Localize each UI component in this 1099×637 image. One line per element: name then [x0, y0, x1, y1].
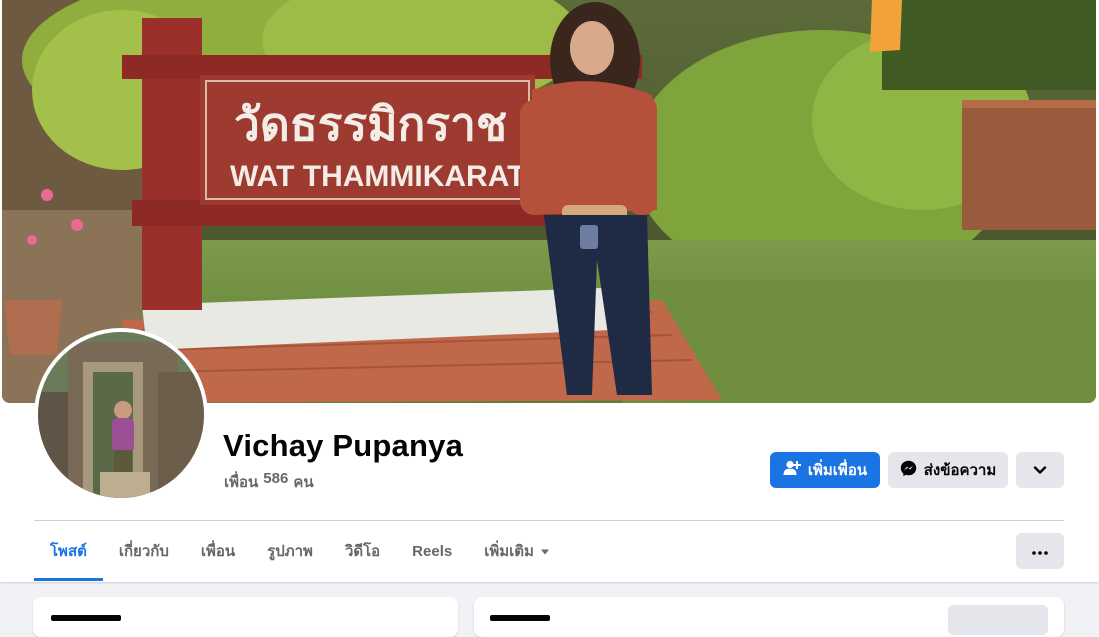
avatar[interactable] [34, 328, 208, 502]
message-button[interactable]: ส่งข้อความ [888, 452, 1008, 488]
tab-label: วิดีโอ [344, 543, 381, 560]
cover-sign-english: WAT THAMMIKARAT [230, 160, 526, 193]
ellipsis-icon [1032, 542, 1048, 560]
tab-label: เพื่อน [200, 543, 236, 560]
posts-card [474, 597, 1064, 637]
tab-label: โพสต์ [50, 543, 87, 560]
profile-name: Vichay Pupanya [223, 428, 464, 463]
tab-videos[interactable]: วิดีโอ [329, 521, 396, 581]
intro-card [33, 597, 458, 637]
message-label: ส่งข้อความ [923, 462, 997, 479]
friends-count[interactable]: เพื่อน 586 คน [224, 470, 314, 494]
profile-header: วัดธรรมิกราช WAT THAMMIKARAT Vichay Pupa… [0, 0, 1099, 582]
tab-posts[interactable]: โพสต์ [34, 521, 103, 581]
tab-label: รูปภาพ [267, 543, 313, 560]
tab-label: เกี่ยวกับ [118, 543, 169, 560]
caret-down-icon [540, 543, 550, 560]
chevron-down-icon [1033, 462, 1047, 479]
friends-label: เพื่อน [224, 474, 259, 491]
cover-sign-thai: วัดธรรมิกราช [234, 98, 507, 150]
tab-label: เพิ่มเติม [484, 543, 534, 560]
add-friend-label: เพิ่มเพื่อน [807, 462, 868, 479]
tab-friends[interactable]: เพื่อน [185, 521, 251, 581]
messenger-icon [900, 460, 917, 481]
profile-tabs: โพสต์ เกี่ยวกับ เพื่อน รูปภาพ วิดีโอ Ree… [34, 521, 566, 581]
add-user-icon [783, 460, 801, 480]
tab-photos[interactable]: รูปภาพ [251, 521, 329, 581]
friends-number: 586 [263, 470, 289, 487]
tab-reels[interactable]: Reels [396, 521, 468, 581]
avatar-image [38, 332, 204, 498]
tab-more[interactable]: เพิ่มเติม [468, 521, 566, 581]
profile-options-button[interactable] [1016, 452, 1064, 488]
add-friend-button[interactable]: เพิ่มเพื่อน [770, 452, 880, 488]
friends-unit: คน [293, 474, 314, 491]
tabs-more-button[interactable] [1016, 533, 1064, 569]
tab-label: Reels [412, 542, 453, 560]
filter-button[interactable] [948, 605, 1048, 635]
tab-about[interactable]: เกี่ยวกับ [103, 521, 185, 581]
